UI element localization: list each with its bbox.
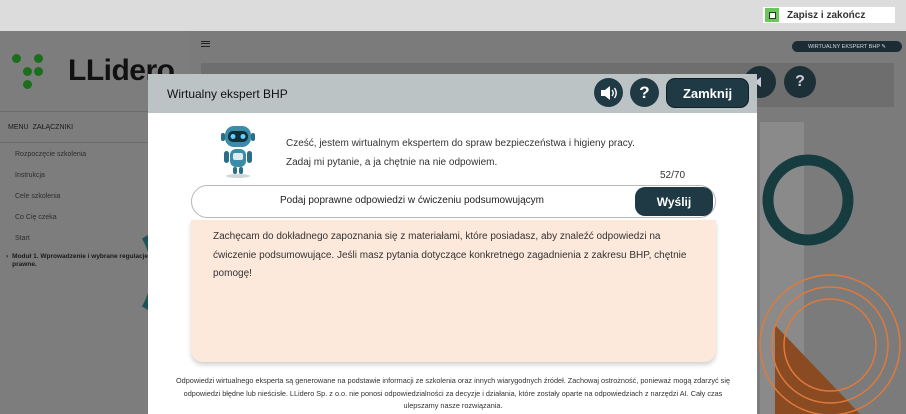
question-input-value: Podaj poprawne odpowiedzi w ćwiczeniu po…	[279, 195, 545, 206]
save-and-exit-label: Zapisz i zakończ	[787, 9, 866, 21]
chevron-right-icon: ›	[6, 253, 9, 260]
answer-text: Zachęcam do dokładnego zapoznania się z …	[213, 231, 687, 279]
hamburger-menu-icon[interactable]	[201, 41, 210, 47]
speaker-button[interactable]	[594, 78, 623, 107]
virtual-expert-button[interactable]: WIRTUALNY EKSPERT BHP ✎	[792, 41, 902, 52]
send-button[interactable]: Wyślij	[635, 187, 713, 216]
intro-text: Cześć, jestem wirtualnym ekspertem do sp…	[286, 134, 726, 172]
help-button[interactable]: ?	[630, 78, 659, 107]
logo-dots-icon	[10, 51, 54, 91]
module-label: Moduł 1. Wprowadzenie i wybrane regulacj…	[12, 253, 148, 268]
floppy-disk-icon	[765, 8, 779, 22]
robot-avatar-icon	[221, 126, 255, 178]
character-counter: 52/70	[660, 170, 686, 181]
answer-box: Zachęcam do dokładnego zapoznania się z …	[191, 220, 716, 362]
dialog-title: Wirtualny ekspert BHP	[167, 87, 288, 101]
speaker-icon	[600, 85, 617, 100]
tab-menu[interactable]: MENU	[8, 124, 29, 131]
background-help-icon: ?	[784, 66, 816, 98]
intro-line-1: Cześć, jestem wirtualnym ekspertem do sp…	[286, 138, 635, 149]
top-bar: Zapisz i zakończ	[0, 0, 906, 31]
save-and-exit-button[interactable]: Zapisz i zakończ	[763, 7, 895, 23]
close-button[interactable]: Zamknij	[666, 78, 749, 108]
background-card	[760, 122, 804, 414]
virtual-expert-dialog: Wirtualny ekspert BHP ? Zamknij Cześć, j…	[148, 74, 757, 414]
tab-attachments[interactable]: ZAŁĄCZNIKI	[33, 124, 73, 131]
dialog-header: Wirtualny ekspert BHP ? Zamknij	[148, 74, 757, 113]
ai-disclaimer: Odpowiedzi wirtualnego eksperta są gener…	[175, 376, 731, 410]
